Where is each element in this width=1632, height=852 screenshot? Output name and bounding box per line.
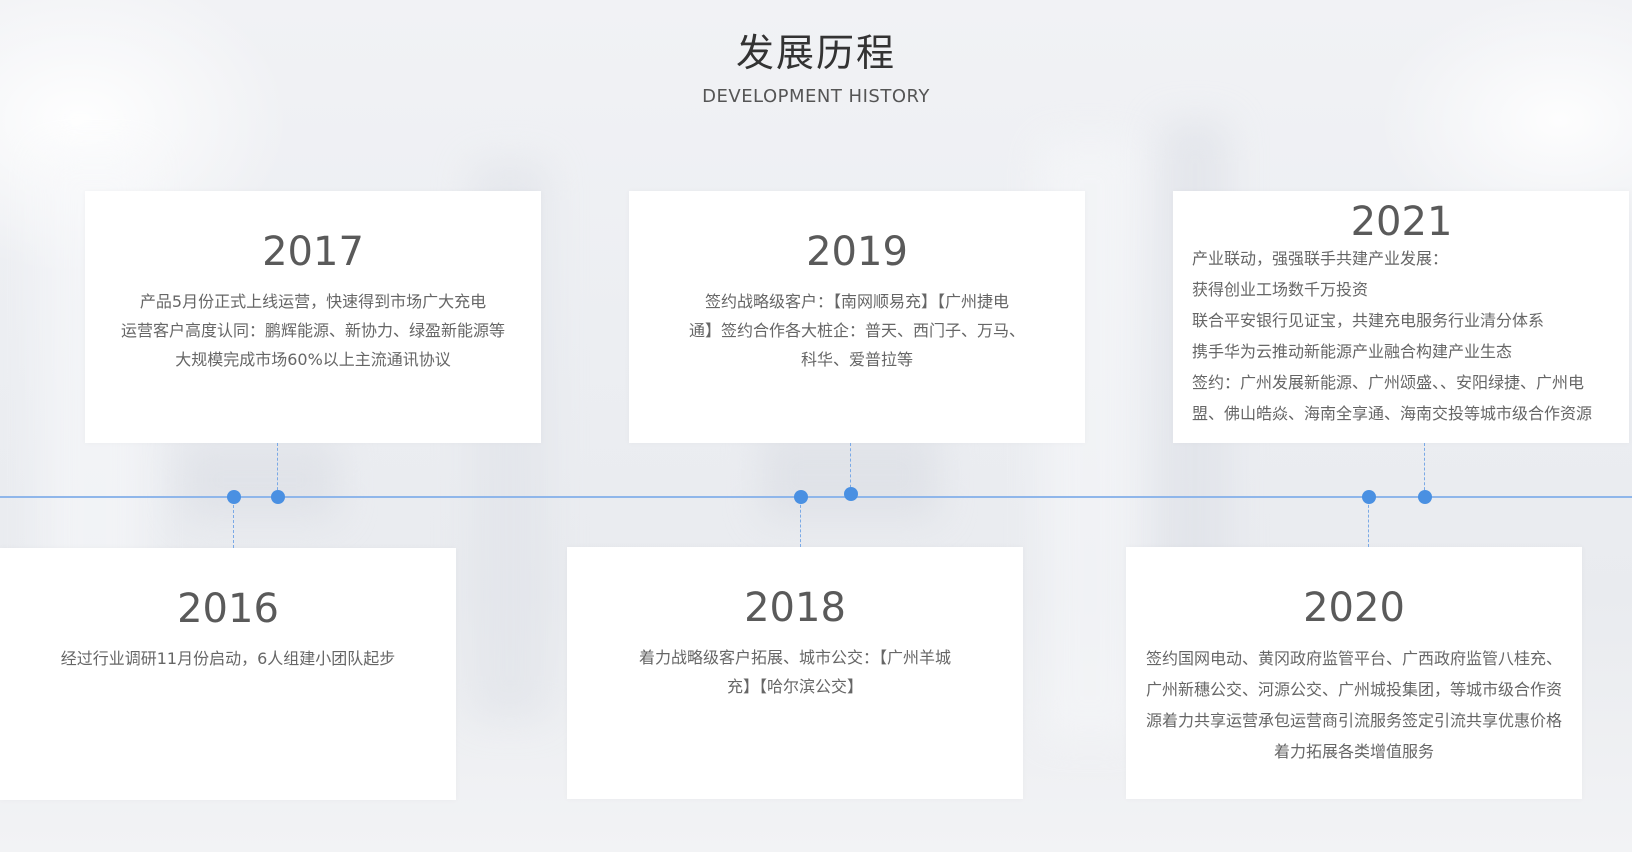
milestone-year: 2017	[262, 229, 364, 275]
timeline-connector	[233, 500, 234, 548]
milestone-text-line: 源着力共享运营承包运营商引流服务签定引流共享优惠价格	[1145, 711, 1562, 730]
timeline-dot-2018	[794, 490, 808, 504]
background-blur-shape	[180, 440, 340, 520]
timeline-connector	[1368, 500, 1369, 547]
milestone-card-2021: 2021 产业联动，强强联手共建产业发展： 获得创业工场数千万投资 联合平安银行…	[1173, 191, 1629, 443]
timeline-connector	[800, 500, 801, 547]
milestone-text-line: 着力拓展各类增值服务	[1273, 742, 1434, 761]
milestone-description: 经过行业调研11月份启动，6人组建小团队起步	[24, 644, 432, 673]
milestone-year: 2020	[1303, 585, 1405, 631]
milestone-text-line: 运营客户高度认同：鹏辉能源、新协力、绿盈新能源等	[120, 321, 505, 340]
milestone-year: 2019	[806, 229, 908, 275]
milestone-description: 签约国网电动、黄冈政府监管平台、广西政府监管八桂充、 广州新穗公交、河源公交、广…	[1132, 643, 1576, 767]
milestone-text-line: 联合平安银行见证宝，共建充电服务行业清分体系	[1192, 311, 1545, 330]
milestone-description: 产品5月份正式上线运营，快速得到市场广大充电 运营客户高度认同：鹏辉能源、新协力…	[109, 287, 517, 374]
milestone-text-line: 携手华为云推动新能源产业融合构建产业生态	[1192, 342, 1513, 361]
milestone-text-line: 充】【哈尔滨公交】	[726, 677, 863, 696]
milestone-text-line: 签约战略级客户：【南网顺易充】【广州捷电	[704, 292, 1009, 311]
timeline-connector	[277, 443, 278, 495]
milestone-card-2020: 2020 签约国网电动、黄冈政府监管平台、广西政府监管八桂充、 广州新穗公交、河…	[1126, 547, 1582, 799]
milestone-description: 着力战略级客户拓展、城市公交：【广州羊城 充】【哈尔滨公交】	[591, 643, 999, 701]
milestone-text-line: 产业联动，强强联手共建产业发展：	[1192, 249, 1449, 268]
milestone-text-line: 经过行业调研11月份启动，6人组建小团队起步	[60, 649, 396, 668]
milestone-text-line: 科华、爱普拉等	[800, 350, 913, 369]
milestone-text-line: 获得创业工场数千万投资	[1192, 280, 1369, 299]
milestone-text-line: 广州新穗公交、河源公交、广州城投集团，等城市级合作资	[1145, 680, 1562, 699]
milestone-text-line: 着力战略级客户拓展、城市公交：【广州羊城	[638, 648, 951, 667]
milestone-card-2017: 2017 产品5月份正式上线运营，快速得到市场广大充电 运营客户高度认同：鹏辉能…	[85, 191, 541, 443]
milestone-card-2018: 2018 着力战略级客户拓展、城市公交：【广州羊城 充】【哈尔滨公交】	[567, 547, 1023, 799]
milestone-card-2016: 2016 经过行业调研11月份启动，6人组建小团队起步	[0, 548, 456, 800]
page-subtitle: DEVELOPMENT HISTORY	[702, 86, 930, 107]
milestone-text-line: 产品5月份正式上线运营，快速得到市场广大充电	[139, 292, 487, 311]
milestone-text-line: 盟、佛山皓焱、海南全享通、海南交投等城市级合作资源	[1192, 404, 1593, 423]
milestone-year: 2018	[744, 585, 846, 631]
page-title: 发展历程	[735, 31, 896, 75]
timeline-dot-2020	[1362, 490, 1376, 504]
timeline-axis	[0, 496, 1632, 498]
timeline-dot-2021	[1418, 490, 1432, 504]
milestone-text-line: 通】签约合作各大桩企：普天、西门子、万马、	[689, 321, 1026, 340]
timeline-connector	[1424, 443, 1425, 495]
timeline-dot-2017	[271, 490, 285, 504]
timeline-dot-2016	[227, 490, 241, 504]
milestone-year: 2021	[1350, 199, 1453, 245]
milestone-text-line: 大规模完成市场60%以上主流通讯协议	[175, 350, 451, 369]
milestone-description: 产业联动，强强联手共建产业发展： 获得创业工场数千万投资 联合平安银行见证宝，共…	[1192, 243, 1611, 429]
timeline-connector	[850, 443, 851, 493]
milestone-description: 签约战略级客户：【南网顺易充】【广州捷电 通】签约合作各大桩企：普天、西门子、万…	[653, 287, 1061, 374]
milestone-text-line: 签约：广州发展新能源、广州颂盛、、安阳绿捷、广州电	[1192, 373, 1585, 392]
timeline-dot-2019	[844, 487, 858, 501]
milestone-card-2019: 2019 签约战略级客户：【南网顺易充】【广州捷电 通】签约合作各大桩企：普天、…	[629, 191, 1085, 443]
milestone-text-line: 签约国网电动、黄冈政府监管平台、广西政府监管八桂充、	[1145, 649, 1562, 668]
milestone-year: 2016	[177, 586, 279, 632]
